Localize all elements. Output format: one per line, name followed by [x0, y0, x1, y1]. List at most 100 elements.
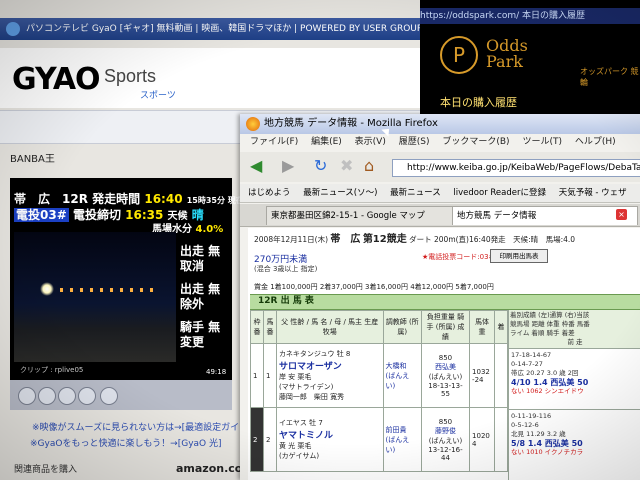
- tab-google-maps[interactable]: 東京都墨田区錦2-15-1 - Google マップ: [266, 206, 456, 225]
- jockey[interactable]: 西弘美: [424, 362, 467, 372]
- gyao-hikari-link[interactable]: ※GyaOをもっと快適に楽しもう！→[GyaO 光]: [30, 436, 222, 449]
- bookmark-item[interactable]: 天気予報 - ウェザ: [559, 188, 627, 198]
- purchase-history-link[interactable]: 本日の購入履歴: [440, 94, 517, 110]
- jockey-affiliation: (ばんえい): [428, 436, 463, 445]
- back-icon[interactable]: ◀: [250, 158, 262, 174]
- sex-age: 牡 7: [309, 419, 323, 427]
- exclusion-label: 出走 無: [180, 282, 221, 296]
- dam: 岸 安: [278, 373, 296, 381]
- current-time: 15時35分 現在: [186, 196, 244, 205]
- horse-cell: カネキタンジュウ 牡 8 サロマオーザン 岸 安 栗毛 (マサトライデン) 藤岡…: [275, 343, 384, 408]
- table-row[interactable]: 1 1 カネキタンジュウ 牡 8 サロマオーザン 岸 安 栗毛 (マサトライデン…: [250, 343, 509, 408]
- horse-cell: イエヤス 牡 7 ヤマトミノル 黄 光 栗毛 (カゲイサム): [275, 407, 384, 472]
- menu-view[interactable]: 表示(V): [355, 137, 386, 147]
- horse-name[interactable]: サロマオーザン: [279, 359, 381, 372]
- gyao-title-bar[interactable]: パソコンテレビ GyaO [ギャオ] 無料動画 | 映画、韓国ドラマほか | P…: [0, 18, 430, 40]
- menu-history[interactable]: 履歴(S): [399, 137, 430, 147]
- phone-vote-code: ★電話投票コード:03#: [422, 253, 495, 261]
- setup-guide-link[interactable]: ※映像がスムーズに見られない方は→[最適設定ガイド]: [32, 420, 252, 433]
- trainer[interactable]: 大橋和: [386, 361, 419, 371]
- url-bar[interactable]: http://www.keiba.go.jp/KeibaWeb/PageFlow…: [392, 159, 640, 177]
- table-row[interactable]: 2 2 イエヤス 牡 7 ヤマトミノル 黄 光 栗毛 (カゲイサム) 前田貴 (…: [250, 407, 509, 472]
- trainer-affiliation: (ばんえい): [385, 435, 410, 454]
- stats-course: 0-14-7-27: [511, 360, 543, 368]
- odds-park-logo-icon: P: [440, 36, 478, 74]
- dam: 黄 光: [278, 442, 296, 450]
- panel-header-line: ライム 着順 騎手 着差: [510, 329, 575, 337]
- carried-weight: 850: [438, 353, 453, 362]
- gyao-logo[interactable]: GYAO: [12, 62, 101, 97]
- race-venue-name: 帯 広: [330, 234, 361, 245]
- reload-icon[interactable]: ↻: [314, 158, 327, 174]
- home-icon[interactable]: ⌂: [364, 158, 374, 174]
- water-value: 4.0%: [195, 224, 224, 235]
- stop-nav-icon[interactable]: ✖: [340, 158, 353, 174]
- past-result-line: 5/8 1.4 西弘美 50: [511, 439, 583, 448]
- trainer-cell: 前田貴 (ばんえい): [382, 407, 422, 472]
- section-label: BANBA王: [10, 154, 55, 165]
- url-text: http://www.keiba.go.jp/KeibaWeb/PageFlow…: [407, 163, 640, 173]
- jockey-change-label: 騎手 無: [180, 320, 221, 334]
- weight-change: -24: [472, 375, 484, 384]
- tab-keiba-data[interactable]: 地方競馬 データ情報: [452, 206, 638, 225]
- start-time: 16:40: [144, 192, 183, 206]
- jockey-change-sublabel: 変更: [180, 335, 205, 349]
- col-header: 馬番: [262, 310, 277, 344]
- trainer-cell: 大橋和 (ばんえい): [382, 343, 422, 408]
- close-time-label: 電投締切: [72, 208, 121, 222]
- menu-file[interactable]: ファイル(F): [250, 137, 298, 147]
- past-result-row[interactable]: 17-18-14-67 0-14-7-27 帯広 20.27 3.0 歳 2回 …: [509, 348, 640, 409]
- player-info-line1: 帯 広 12R 発走時間 16:40 15時35分 現在: [14, 190, 244, 207]
- forward-nav-icon[interactable]: ▶: [282, 158, 294, 174]
- trainer[interactable]: 前田貴: [386, 425, 419, 435]
- firefox-title-bar[interactable]: 地方競馬 データ情報 - Mozilla Firefox: [240, 114, 640, 134]
- odds-park-title-bar[interactable]: https://oddspark.com/ 本日の購入履歴: [420, 8, 640, 24]
- sex-age: 牡 8: [336, 350, 351, 358]
- scratch-label: 出走 無: [180, 244, 221, 258]
- horse-name[interactable]: ヤマトミノル: [279, 428, 381, 441]
- race-date: 2008年12月11日(木): [254, 235, 329, 244]
- volume-icon[interactable]: [100, 387, 118, 405]
- sire: イエヤス: [278, 419, 307, 427]
- past-result-row[interactable]: 0-11-19-116 0-5-12-6 北見 11.29 3.2 歳 5/8 …: [509, 409, 640, 470]
- coat-color: 栗毛: [297, 442, 312, 450]
- jockey-change-status: 騎手 無 変更: [180, 320, 220, 350]
- race-detail: ダート 200m(直)16:40発走 天候:晴 馬場:4.0: [409, 235, 576, 244]
- stats-total: 0-11-19-116: [511, 412, 552, 420]
- stats-header: 着別成績 (左)通算 (右)当該: [510, 311, 590, 319]
- sire: カネキタンジュウ: [278, 350, 335, 358]
- bookmark-item[interactable]: 最新ニュース(ソ〜): [303, 188, 377, 198]
- jockey-record: 18-13-13-55: [428, 381, 463, 398]
- menu-help[interactable]: ヘルプ(H): [575, 137, 616, 147]
- past-results-panel: 着別成績 (左)通算 (右)当該 競馬場 距離 体重 枠番 馬番 ライム 着順 …: [508, 310, 640, 480]
- bookmark-item[interactable]: livedoor Readerに登録: [453, 188, 546, 198]
- jockey[interactable]: 藤野俊: [424, 426, 467, 436]
- uma-cell: 1: [262, 343, 277, 408]
- menu-bookmarks[interactable]: ブックマーク(B): [442, 137, 509, 147]
- forward-icon[interactable]: [78, 387, 96, 405]
- print-button[interactable]: 印刷用出馬表: [490, 249, 548, 263]
- menu-tools[interactable]: ツール(T): [522, 137, 562, 147]
- bookmark-item[interactable]: 最新ニュース: [390, 188, 441, 198]
- past-result-line: 帯広 20.27 3.0 歳 2回: [511, 369, 579, 377]
- play-icon[interactable]: [38, 387, 56, 405]
- bookmark-item[interactable]: はじめよう: [248, 188, 291, 198]
- jockey-cell: 850 西弘美 (ばんえい) 18-13-13-55: [420, 343, 471, 408]
- stop-icon[interactable]: [58, 387, 76, 405]
- flood-light: [40, 282, 54, 296]
- entries-table: 枠番 馬番 父 性齢 / 馬 名 / 母 / 馬主 生産牧場 調教師 (所属) …: [250, 310, 509, 472]
- panel-header: 着別成績 (左)通算 (右)当該 競馬場 距離 体重 枠番 馬番 ライム 着順 …: [509, 310, 640, 348]
- col-header: 馬体重: [469, 310, 495, 344]
- body-weight: 1032: [472, 367, 490, 376]
- weight-change: 4: [472, 439, 477, 448]
- menu-edit[interactable]: 編集(E): [311, 137, 342, 147]
- gyao-window-title: パソコンテレビ GyaO [ギャオ] 無料動画 | 映画、韓国ドラマほか | P…: [26, 24, 430, 34]
- coat-color: 栗毛: [297, 373, 312, 381]
- related-products-label: 関連商品を購入: [14, 465, 78, 475]
- waku-cell: 2: [250, 407, 264, 472]
- panel-header-line: 前 走: [567, 338, 583, 346]
- close-tab-icon[interactable]: ×: [616, 209, 627, 220]
- video-frame[interactable]: [14, 232, 176, 362]
- rewind-icon[interactable]: [18, 387, 36, 405]
- past-result-line: ない 1010 イクノチカラ: [511, 448, 584, 456]
